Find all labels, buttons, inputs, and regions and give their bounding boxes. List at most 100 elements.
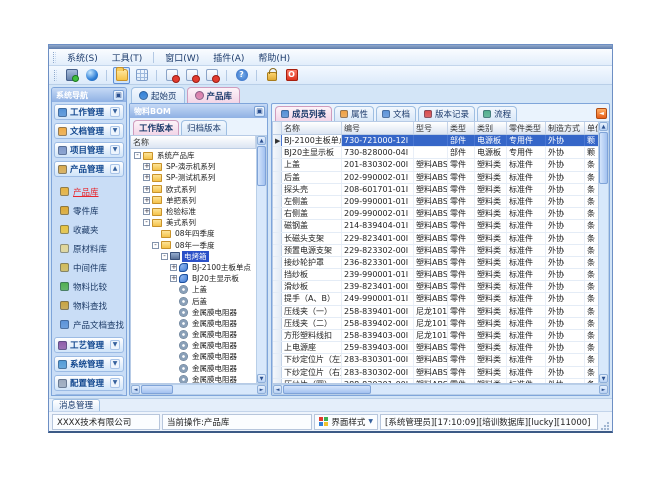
table-row[interactable]: 探头壳208-601701-01I塑料ABS零件塑料类标准件外协条: [273, 184, 598, 196]
table-vertical-scrollbar[interactable]: ▲ ▼: [598, 121, 609, 384]
message-manager-tab[interactable]: 消息管理: [52, 399, 100, 411]
table-row[interactable]: 上盖201-830302-00I塑料ABS零件塑料类标准件外协条: [273, 159, 598, 171]
tree-item[interactable]: 后盖: [131, 295, 256, 306]
ui-style-dropdown[interactable]: 界面样式 ▼: [314, 414, 378, 430]
tree-item[interactable]: 金属膜电阻器: [131, 318, 256, 329]
tree-item[interactable]: -电烤箱: [131, 251, 256, 262]
table-row[interactable]: 挡纱板239-990001-01I塑料ABS零件塑料类标准件外协条: [273, 269, 598, 281]
column-header-类型[interactable]: 类型: [448, 122, 475, 134]
chevron-down-icon[interactable]: ▼: [110, 340, 120, 350]
tree-item[interactable]: -系统产品库: [131, 150, 256, 161]
tab-归档版本[interactable]: 归档版本: [181, 120, 227, 135]
sidebar-section-4[interactable]: 产品管理▲: [54, 161, 124, 177]
tree-vertical-scrollbar[interactable]: ▲ ▼: [256, 135, 267, 384]
tree-expander[interactable]: +: [143, 174, 150, 181]
tree-name-column[interactable]: 名称: [131, 136, 256, 148]
tree-item[interactable]: +SP-演示机系列: [131, 161, 256, 172]
sidebar-section-3[interactable]: 项目管理▼: [54, 142, 124, 158]
tree-expander[interactable]: -: [134, 152, 141, 159]
table-scroll-down-button[interactable]: ▼: [599, 374, 608, 383]
toolbar-drag-grip[interactable]: [54, 70, 57, 81]
table-scroll-left-button[interactable]: ◄: [273, 385, 282, 394]
sidebar-item-收藏夹[interactable]: 收藏夹: [60, 220, 124, 239]
tree-item[interactable]: 金属膜电阻器: [131, 340, 256, 351]
tab-版本记录[interactable]: 版本记录: [418, 106, 475, 121]
table-row[interactable]: ▶BJ-2100主板单点730-721000-12I部件电源板专用件外协颗: [273, 135, 598, 147]
tree-item[interactable]: -08年一季度: [131, 240, 256, 251]
report-delete-button[interactable]: [203, 67, 220, 84]
column-header-型号[interactable]: 型号: [414, 122, 448, 134]
column-header-单位[interactable]: 单位: [585, 122, 598, 134]
tree-item[interactable]: +检验标准: [131, 206, 256, 217]
table-row[interactable]: 压线夹（一）258-839401-00I尼龙1010零件塑料类标准件外协条: [273, 306, 598, 318]
resize-grip[interactable]: [600, 421, 609, 430]
sidebar-section-7[interactable]: 配置管理▼: [54, 375, 124, 391]
table-horizontal-thumb[interactable]: [283, 385, 371, 394]
tree-scroll-right-button[interactable]: ►: [257, 385, 266, 394]
column-header-名称[interactable]: 名称: [282, 122, 342, 134]
sidebar-item-物料比较[interactable]: 物料比较: [60, 277, 124, 296]
chevron-down-icon[interactable]: ▼: [110, 107, 120, 117]
tree-expander[interactable]: +: [143, 186, 150, 193]
menu-drag-grip[interactable]: [53, 52, 56, 63]
table-row[interactable]: 预置电源支架229-823302-00I塑料ABS零件塑料类标准件外协条: [273, 245, 598, 257]
data-grid-button[interactable]: [133, 67, 150, 84]
tree-expander[interactable]: +: [143, 197, 150, 204]
chevron-down-icon[interactable]: ▼: [110, 145, 120, 155]
table-row[interactable]: 接纱轮护罩236-823301-00I塑料ABS零件塑料类标准件外协条: [273, 257, 598, 269]
tree-expander[interactable]: -: [161, 253, 168, 260]
table-horizontal-scrollbar[interactable]: ◄ ►: [272, 384, 609, 395]
tree-scroll-down-button[interactable]: ▼: [257, 374, 266, 383]
tree-item[interactable]: 上盖: [131, 284, 256, 295]
table-scroll-right-button[interactable]: ►: [599, 385, 608, 394]
chevron-down-icon[interactable]: ▼: [110, 359, 120, 369]
column-header-编号[interactable]: 编号: [342, 122, 414, 134]
workspace-button[interactable]: [63, 67, 80, 84]
tree-vertical-thumb[interactable]: [257, 146, 266, 186]
menu-item-2[interactable]: 工具(T): [106, 50, 149, 65]
tree-item[interactable]: 08年四季度: [131, 228, 256, 239]
network-button[interactable]: [83, 67, 100, 84]
tree-item[interactable]: 金属膜电阻器: [131, 329, 256, 340]
table-row[interactable]: 压纱片（圆）288-830301-00I塑料ABS零件塑料类标准件外协条: [273, 379, 598, 383]
table-vertical-thumb[interactable]: [599, 132, 608, 184]
tree-horizontal-scrollbar[interactable]: ◄ ►: [130, 384, 267, 395]
chevron-up-icon[interactable]: ▲: [110, 164, 120, 174]
sidebar-item-产品库[interactable]: 产品库: [60, 182, 124, 201]
column-header-制造方式[interactable]: 制造方式: [546, 122, 585, 134]
tree-expander[interactable]: +: [170, 275, 177, 282]
bom-collapse-button[interactable]: ▣: [254, 106, 265, 117]
table-row[interactable]: 左侧盖209-990001-01I塑料ABS零件塑料类标准件外协条: [273, 196, 598, 208]
tab-流程[interactable]: 流程: [477, 106, 517, 121]
sidebar-item-原材料库[interactable]: 原材料库: [60, 239, 124, 258]
help-button[interactable]: ?: [233, 67, 250, 84]
tab-成员列表[interactable]: 成员列表: [275, 106, 332, 121]
chevron-down-icon[interactable]: ▼: [110, 378, 120, 388]
table-row[interactable]: 压线夹（二）258-839402-00I尼龙1010零件塑料类标准件外协条: [273, 318, 598, 330]
tree-item[interactable]: +单把系列: [131, 195, 256, 206]
tab-属性[interactable]: 属性: [334, 106, 374, 121]
open-library-button[interactable]: [113, 67, 130, 84]
table-row[interactable]: 上电源座259-839403-00I塑料ABS零件塑料类标准件外协条: [273, 342, 598, 354]
menu-item-4[interactable]: 插件(A): [207, 50, 250, 65]
sidebar-section-8[interactable]: SP扩展功能▼: [54, 394, 124, 395]
tree-expander[interactable]: +: [143, 163, 150, 170]
tree-expander[interactable]: -: [143, 219, 150, 226]
sidebar-section-5[interactable]: 工艺管理▼: [54, 337, 124, 353]
tree-scroll-up-button[interactable]: ▲: [257, 136, 266, 145]
tree-item[interactable]: 金属膜电阻器: [131, 307, 256, 318]
table-row[interactable]: 提手（A、B）249-990001-01I塑料ABS零件塑料类标准件外协条: [273, 293, 598, 305]
tree-item[interactable]: 金属膜电阻器: [131, 351, 256, 362]
tree-scroll-left-button[interactable]: ◄: [131, 385, 140, 394]
table-row[interactable]: 滑纱板239-823401-00I塑料ABS零件塑料类标准件外协条: [273, 281, 598, 293]
tree-expander[interactable]: -: [152, 242, 159, 249]
sidebar-item-中间件库[interactable]: 中间件库: [60, 258, 124, 277]
tree-expander[interactable]: +: [143, 208, 150, 215]
sidebar-item-物料查找[interactable]: 物料查找: [60, 296, 124, 315]
report-new-button[interactable]: [163, 67, 180, 84]
sidebar-collapse-button[interactable]: ▣: [113, 90, 124, 101]
tree-item[interactable]: 金属膜电阻器: [131, 363, 256, 374]
tree-item[interactable]: 金属膜电阻器: [131, 374, 256, 383]
menu-item-5[interactable]: 帮助(H): [252, 50, 296, 65]
table-row[interactable]: 下纱定位片（左）283-830301-00I塑料ABS零件塑料类标准件外协条: [273, 354, 598, 366]
